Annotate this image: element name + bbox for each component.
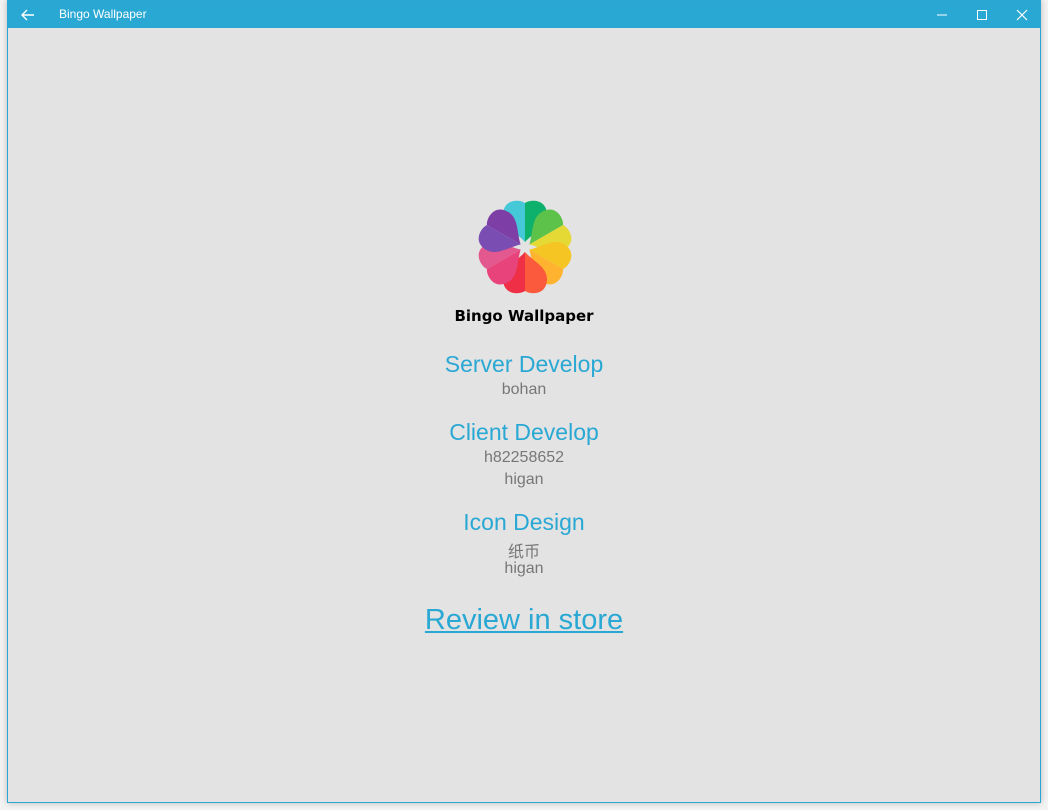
maximize-button[interactable]	[962, 1, 1002, 28]
review-in-store-link[interactable]: Review in store	[425, 604, 623, 636]
credit-name: higan	[504, 471, 544, 488]
review-in-store-container: Review in store	[8, 604, 1040, 637]
minimize-icon	[937, 14, 947, 15]
credit-name: 纸币	[507, 544, 540, 561]
app-name: Bingo Wallpaper	[454, 307, 594, 325]
background-desktop-right	[1041, 0, 1048, 810]
credit-name: bohan	[501, 381, 547, 398]
back-arrow-icon	[21, 9, 34, 20]
maximize-icon	[977, 9, 987, 20]
minimize-button[interactable]	[922, 1, 962, 28]
app-window: Bingo Wallpaper Bingo Wallpaper Server D…	[7, 0, 1041, 803]
close-icon	[1016, 9, 1028, 20]
section-title-icon-design: Icon Design	[463, 509, 585, 535]
title-bar: Bingo Wallpaper	[8, 1, 1040, 28]
section-title-server-develop: Server Develop	[444, 351, 604, 377]
background-desktop-bottom	[0, 803, 1048, 810]
about-page: Bingo Wallpaper Server Develop bohan Cli…	[8, 28, 1040, 803]
window-title: Bingo Wallpaper	[59, 7, 147, 21]
flower-logo-icon	[478, 200, 572, 294]
credit-name: h82258652	[483, 449, 565, 466]
close-button[interactable]	[1002, 1, 1042, 28]
credit-name: higan	[504, 560, 544, 577]
back-button[interactable]	[8, 1, 48, 28]
section-title-client-develop: Client Develop	[449, 419, 599, 445]
background-desktop-left	[0, 0, 7, 810]
